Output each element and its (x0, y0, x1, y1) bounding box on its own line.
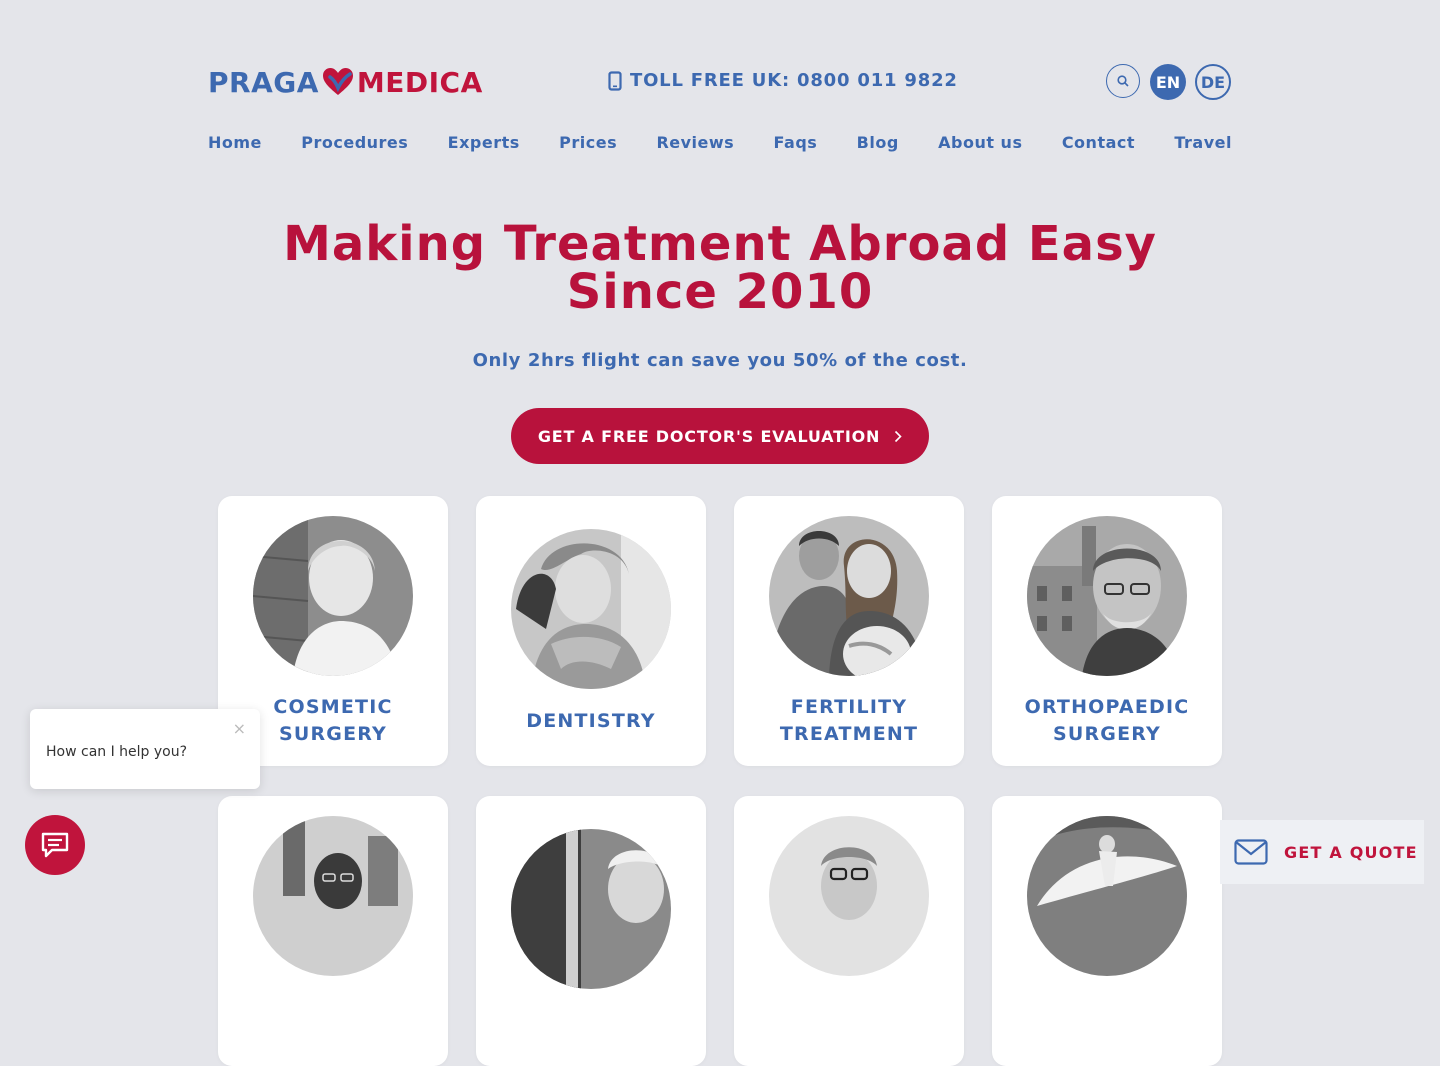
procedure-card[interactable] (476, 796, 706, 1066)
toll-free-text: TOLL FREE UK: 0800 011 9822 (630, 70, 958, 91)
site-logo[interactable]: PRAGA MEDICA (208, 65, 483, 99)
chat-greeting-text: How can I help you? (46, 744, 188, 760)
chat-bubble-icon (41, 832, 69, 858)
logo-text-praga: PRAGA (208, 65, 319, 99)
search-button[interactable] (1106, 64, 1140, 98)
main-nav: Home Procedures Experts Prices Reviews F… (208, 133, 1232, 152)
language-de-button[interactable]: DE (1195, 64, 1231, 100)
procedure-photo (511, 829, 671, 989)
procedure-card-orthopaedic-surgery[interactable]: ORTHOPAEDIC SURGERY (992, 496, 1222, 766)
nav-blog[interactable]: Blog (857, 133, 899, 152)
close-icon[interactable]: × (233, 719, 246, 738)
get-a-quote-label: GET A QUOTE (1284, 842, 1418, 862)
free-evaluation-button[interactable]: GET A FREE DOCTOR'S EVALUATION (511, 408, 929, 464)
nav-reviews[interactable]: Reviews (656, 133, 734, 152)
procedure-card[interactable] (218, 796, 448, 1066)
chat-launcher-button[interactable] (25, 815, 85, 875)
nav-prices[interactable]: Prices (559, 133, 617, 152)
chevron-right-icon (895, 430, 902, 442)
fertility-treatment-photo (769, 516, 929, 676)
search-icon (1117, 75, 1129, 87)
nav-contact[interactable]: Contact (1062, 133, 1135, 152)
dentistry-photo (511, 529, 671, 689)
phone-icon (608, 70, 622, 91)
chat-greeting-popup: × How can I help you? (30, 709, 260, 789)
procedure-card[interactable] (992, 796, 1222, 1066)
envelope-icon (1234, 839, 1268, 865)
logo-text-medica: MEDICA (356, 65, 483, 99)
nav-travel[interactable]: Travel (1174, 133, 1232, 152)
nav-faqs[interactable]: Faqs (774, 133, 818, 152)
procedure-card-dentistry[interactable]: DENTISTRY (476, 496, 706, 766)
procedure-card[interactable] (734, 796, 964, 1066)
card-label: FERTILITY TREATMENT (779, 696, 919, 745)
procedure-photo (1027, 816, 1187, 976)
card-label: DENTISTRY (526, 709, 656, 732)
orthopaedic-surgery-photo (1027, 516, 1187, 676)
hero-subtitle: Only 2hrs flight can save you 50% of the… (472, 350, 968, 371)
get-a-quote-button[interactable]: GET A QUOTE (1220, 820, 1424, 884)
cosmetic-surgery-photo (253, 516, 413, 676)
free-evaluation-label: GET A FREE DOCTOR'S EVALUATION (537, 426, 881, 446)
procedure-photo (769, 816, 929, 976)
procedure-card-fertility-treatment[interactable]: FERTILITY TREATMENT (734, 496, 964, 766)
nav-procedures[interactable]: Procedures (301, 133, 408, 152)
hero-title: Making Treatment Abroad Easy Since 2010 (283, 216, 1157, 320)
language-en-button[interactable]: EN (1150, 64, 1186, 100)
heart-logo-icon (322, 68, 353, 95)
nav-about-us[interactable]: About us (938, 133, 1022, 152)
procedure-photo (253, 816, 413, 976)
toll-free-phone[interactable]: TOLL FREE UK: 0800 011 9822 (608, 70, 958, 91)
card-label: ORTHOPAEDIC SURGERY (1024, 696, 1190, 745)
nav-experts[interactable]: Experts (448, 133, 520, 152)
nav-home[interactable]: Home (208, 133, 262, 152)
